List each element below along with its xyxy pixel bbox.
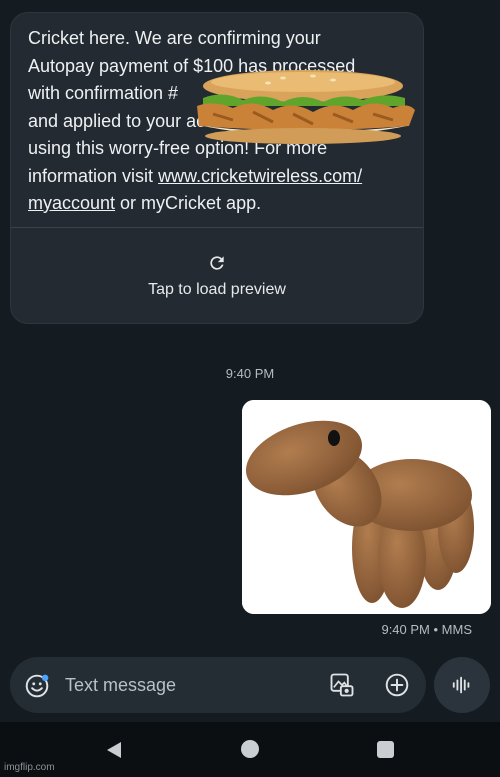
refresh-icon xyxy=(210,255,224,270)
recent-apps-icon[interactable] xyxy=(377,741,394,758)
message-line: information visit xyxy=(28,165,154,186)
back-icon[interactable] xyxy=(104,740,124,760)
incoming-message-bubble[interactable]: Cricket here. We are confirming your Aut… xyxy=(10,12,424,324)
watermark: imgflip.com xyxy=(4,762,55,773)
sandwich-image xyxy=(197,70,415,144)
voice-message-button[interactable] xyxy=(434,657,490,713)
conversation-timestamp: 9:40 PM xyxy=(225,366,275,381)
emoji-icon[interactable] xyxy=(24,673,50,699)
message-tail: or myCricket app. xyxy=(115,193,262,213)
voice-icon xyxy=(452,676,470,694)
sent-image-bubble[interactable] xyxy=(242,400,491,614)
tap-to-load-preview[interactable]: Tap to load preview xyxy=(148,281,286,299)
message-input[interactable]: Text message xyxy=(65,675,176,696)
home-icon[interactable] xyxy=(241,740,259,758)
cricket-link[interactable]: www.cricketwireless.com/ xyxy=(158,166,362,186)
message-line: Cricket here. We are confirming your xyxy=(28,28,321,48)
add-icon[interactable] xyxy=(384,672,410,698)
cricket-link-continued[interactable]: myaccount xyxy=(28,193,115,213)
system-nav-bar xyxy=(0,722,500,777)
compose-bar: Text message xyxy=(10,657,426,713)
brown-creature-image xyxy=(242,400,491,614)
gallery-icon[interactable] xyxy=(328,671,356,699)
link-preview-area[interactable]: Tap to load preview xyxy=(11,228,423,323)
sent-message-meta: 9:40 PM • MMS xyxy=(381,622,472,637)
